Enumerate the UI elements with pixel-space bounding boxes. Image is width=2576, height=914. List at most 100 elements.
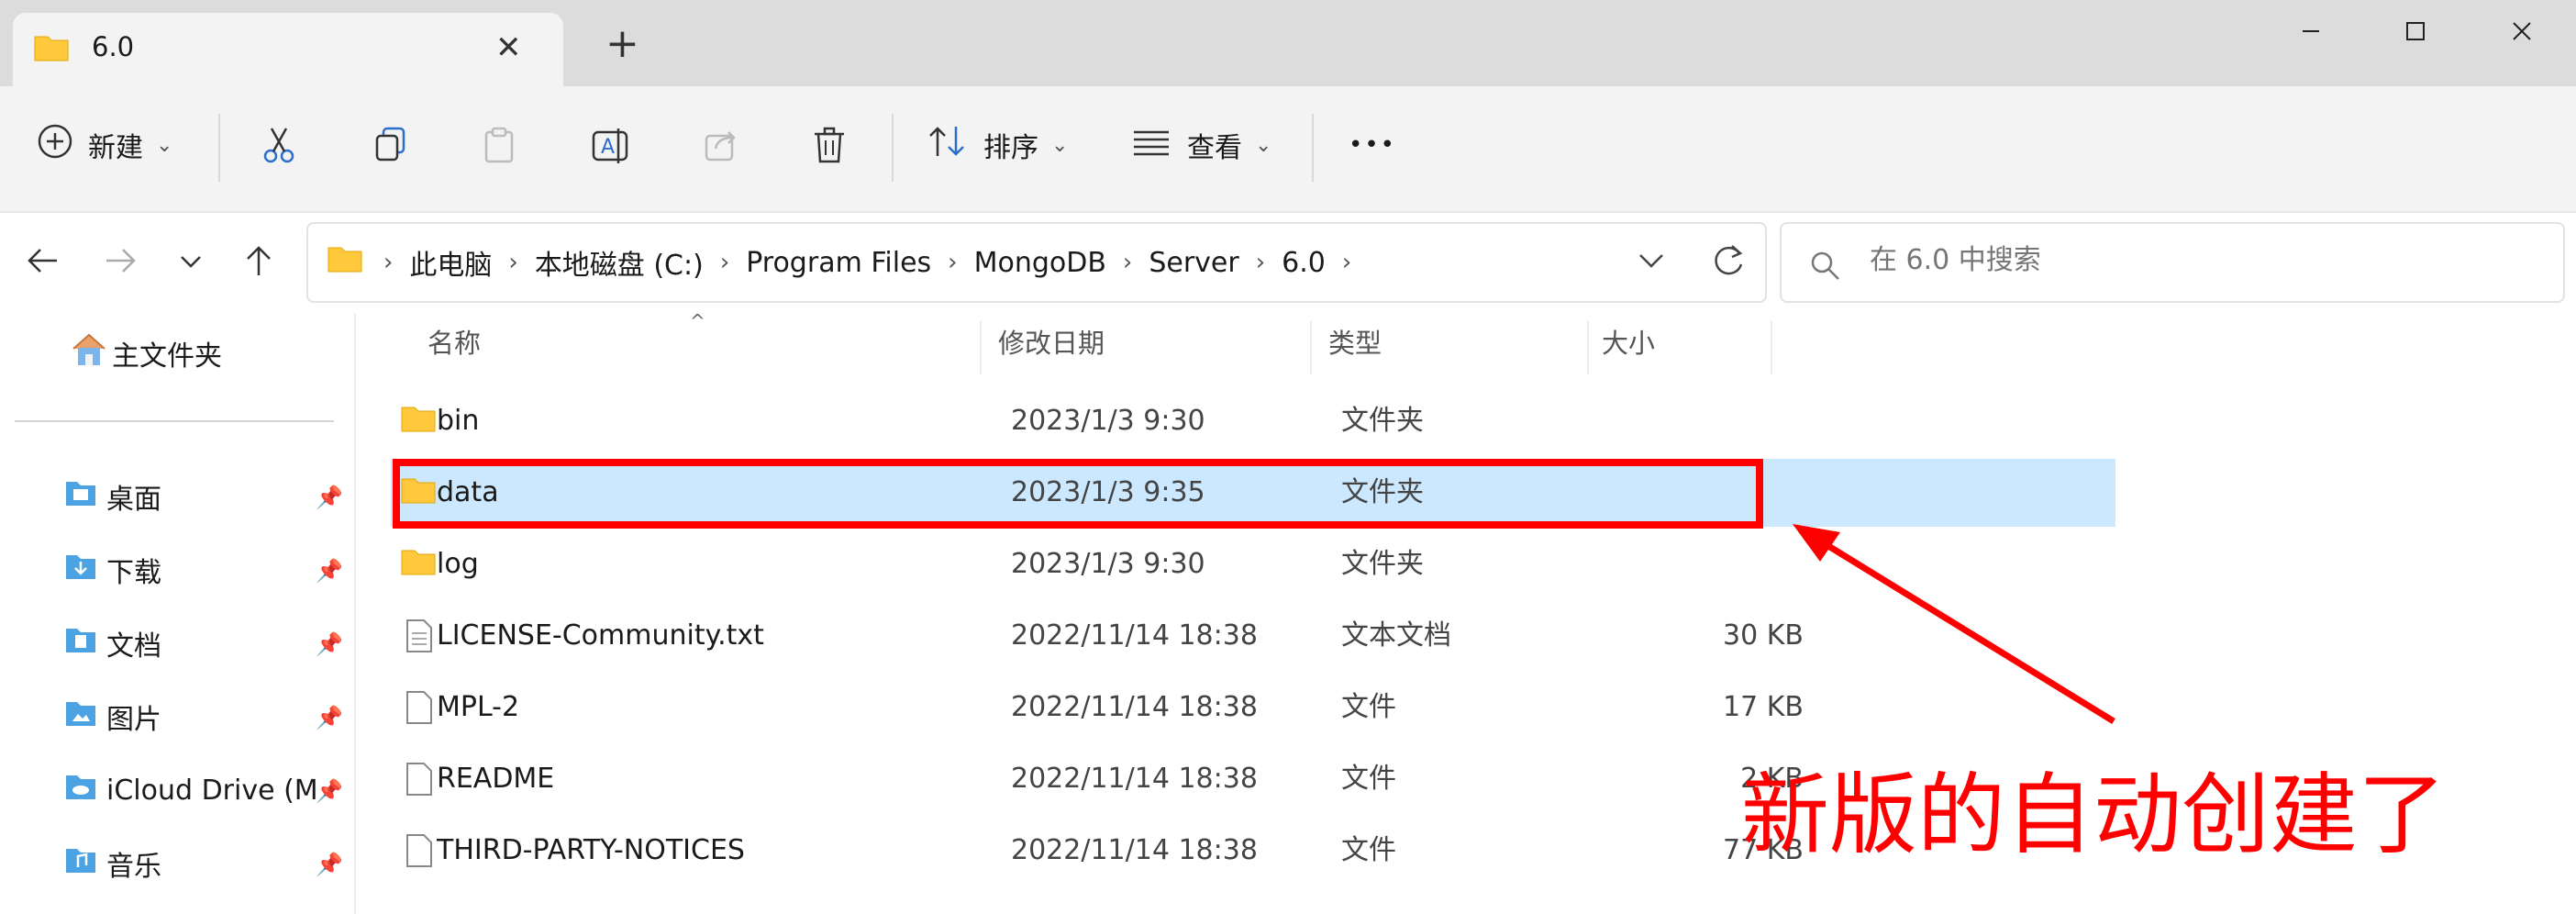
search-box[interactable] <box>1780 222 2565 303</box>
view-button-label: 查看 <box>1187 132 1242 164</box>
sidebar-item-label: 主文件夹 <box>112 340 222 373</box>
file-size <box>1620 387 1804 455</box>
more-options-icon[interactable]: ••• <box>1349 123 1396 167</box>
home-icon <box>70 330 108 376</box>
paste-icon[interactable] <box>481 123 517 167</box>
refresh-icon[interactable] <box>1708 240 1749 284</box>
copy-icon[interactable] <box>372 123 409 167</box>
rename-icon[interactable]: A <box>591 123 631 167</box>
close-window-button[interactable] <box>2503 13 2539 50</box>
back-arrow-icon[interactable] <box>24 242 61 285</box>
breadcrumb-mongodb[interactable]: MongoDB <box>974 247 1106 279</box>
file-name: log <box>437 548 479 580</box>
close-tab-icon[interactable]: ✕ <box>495 29 522 66</box>
column-header-date[interactable]: 修改日期 <box>998 314 1105 373</box>
file-name: bin <box>437 405 480 437</box>
sidebar-item-desktop[interactable]: 桌面 <box>64 474 161 519</box>
sidebar-item-downloads[interactable]: 下载 <box>64 547 161 593</box>
breadcrumb-chevron-icon: › <box>719 249 730 276</box>
chevron-down-icon: ⌄ <box>1051 133 1069 157</box>
file-name: THIRD-PARTY-NOTICES <box>437 834 745 866</box>
sidebar-item-music[interactable]: 音乐 <box>64 841 161 886</box>
file-name: LICENSE-Community.txt <box>437 619 764 652</box>
sidebar-item-documents[interactable]: 文档 <box>64 620 161 666</box>
view-button[interactable]: 查看 ⌄ <box>1132 123 1271 167</box>
file-icon <box>400 762 437 804</box>
breadcrumb-server[interactable]: Server <box>1149 247 1238 279</box>
search-icon <box>1809 250 1842 286</box>
column-divider <box>1310 321 1312 374</box>
text-file-icon <box>400 619 437 661</box>
documents-folder-icon <box>64 625 97 662</box>
toolbar-divider <box>1312 114 1314 182</box>
new-button[interactable]: 新建 ⌄ <box>37 123 172 167</box>
toolbar-divider <box>218 114 220 182</box>
breadcrumb: › 此电脑 › 本地磁盘 (C:) › Program Files › Mong… <box>327 224 1368 301</box>
breadcrumb-current[interactable]: 6.0 <box>1282 247 1326 279</box>
file-row-license[interactable]: LICENSE-Community.txt 2022/11/14 18:38 文… <box>391 602 2115 670</box>
file-icon <box>400 690 437 732</box>
share-icon[interactable] <box>703 123 739 167</box>
column-divider <box>1771 321 1772 374</box>
breadcrumb-chevron-icon: › <box>1122 249 1133 276</box>
sidebar-item-pictures[interactable]: 图片 <box>64 694 161 740</box>
file-type: 文件 <box>1341 763 1396 795</box>
title-bar: 6.0 ✕ + <box>0 0 2576 86</box>
navigation-bar: › 此电脑 › 本地磁盘 (C:) › Program Files › Mong… <box>0 211 2576 314</box>
sort-button[interactable]: 排序 ⌄ <box>928 123 1068 167</box>
file-row-log[interactable]: log 2023/1/3 9:30 文件夹 <box>391 530 2115 598</box>
file-date: 2022/11/14 18:38 <box>1011 619 1258 652</box>
toolbar-divider <box>892 114 894 182</box>
breadcrumb-chevron-icon: › <box>1255 249 1266 276</box>
file-name: MPL-2 <box>437 691 520 723</box>
sort-ascending-icon: ^ <box>690 310 705 332</box>
breadcrumb-program-files[interactable]: Program Files <box>746 247 931 279</box>
breadcrumb-this-pc[interactable]: 此电脑 <box>409 242 492 283</box>
sidebar-item-label: 文档 <box>106 630 161 663</box>
file-date: 2023/1/3 9:30 <box>1011 548 1205 580</box>
folder-icon <box>327 244 363 281</box>
maximize-button[interactable] <box>2396 13 2433 50</box>
file-row-bin[interactable]: bin 2023/1/3 9:30 文件夹 <box>391 387 2115 455</box>
sidebar-item-icloud-drive[interactable]: iCloud Drive (M <box>64 767 318 813</box>
up-arrow-icon[interactable] <box>240 242 277 285</box>
tab-active[interactable]: 6.0 ✕ <box>13 13 563 86</box>
sidebar-item-home[interactable]: 主文件夹 <box>70 330 222 376</box>
sidebar-item-label: 下载 <box>106 557 161 589</box>
column-header-type[interactable]: 类型 <box>1328 314 1382 373</box>
new-button-label: 新建 <box>88 132 143 164</box>
recent-locations-chevron-icon[interactable] <box>174 242 207 285</box>
search-input[interactable] <box>1870 244 2512 276</box>
file-row-mpl2[interactable]: MPL-2 2022/11/14 18:38 文件 17 KB <box>391 674 2115 741</box>
address-dropdown-icon[interactable] <box>1635 242 1668 286</box>
file-icon <box>400 833 437 875</box>
delete-icon[interactable] <box>811 123 848 167</box>
annotation-highlight-box <box>393 459 1763 529</box>
sidebar-item-label: 图片 <box>106 704 161 736</box>
pin-icon: 📌 <box>316 485 343 510</box>
desktop-folder-icon <box>64 478 97 515</box>
annotation-text: 新版的自动创建了 <box>1741 764 2446 866</box>
sort-arrows-icon <box>928 123 969 167</box>
breadcrumb-local-disk[interactable]: 本地磁盘 (C:) <box>535 242 704 283</box>
column-header-size[interactable]: 大小 <box>1602 314 1655 373</box>
file-size: 30 KB <box>1723 619 1804 652</box>
folder-icon <box>400 547 437 584</box>
folder-icon <box>33 33 70 66</box>
minimize-button[interactable] <box>2292 13 2328 50</box>
svg-text:A: A <box>601 136 615 159</box>
sidebar-item-label: iCloud Drive (M <box>106 774 318 807</box>
cut-icon[interactable] <box>261 123 297 167</box>
chevron-down-icon: ⌄ <box>1255 133 1272 157</box>
column-divider <box>980 321 982 374</box>
file-type: 文件 <box>1341 834 1396 866</box>
new-tab-button[interactable]: + <box>605 24 639 64</box>
column-header-name[interactable]: 名称 <box>427 314 481 373</box>
pin-icon: 📌 <box>316 631 343 657</box>
address-bar[interactable]: › 此电脑 › 本地磁盘 (C:) › Program Files › Mong… <box>306 222 1767 303</box>
sidebar-item-label: 音乐 <box>106 851 161 883</box>
file-type: 文本文档 <box>1341 619 1451 652</box>
forward-arrow-icon[interactable] <box>103 242 139 285</box>
file-type: 文件 <box>1341 691 1396 723</box>
pin-icon: 📌 <box>316 778 343 804</box>
